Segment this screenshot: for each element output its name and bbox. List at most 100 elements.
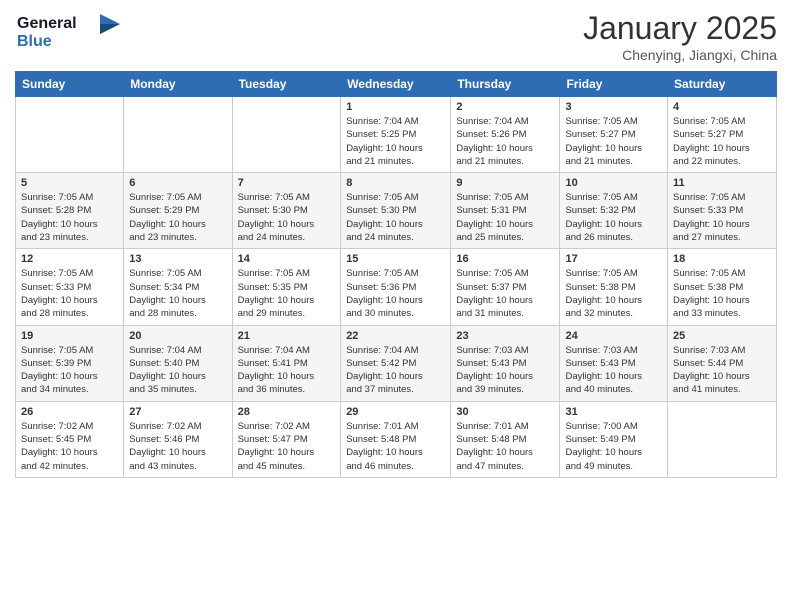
day-number: 23 xyxy=(456,330,554,342)
day-info: Sunrise: 7:04 AM Sunset: 5:42 PM Dayligh… xyxy=(346,344,445,397)
day-info: Sunrise: 7:03 AM Sunset: 5:43 PM Dayligh… xyxy=(456,344,554,397)
header: General Blue January 2025 Chenying, Jian… xyxy=(15,10,777,63)
calendar-cell: 22 Sunrise: 7:04 AM Sunset: 5:42 PM Dayli… xyxy=(341,325,451,401)
calendar-cell: 8Sunrise: 7:05 AM Sunset: 5:30 PM Daylig… xyxy=(341,173,451,249)
calendar-cell: 26Sunrise: 7:02 AM Sunset: 5:45 PM Dayli… xyxy=(16,401,124,477)
calendar-week-1: 1Sunrise: 7:04 AM Sunset: 5:25 PM Daylig… xyxy=(16,97,777,173)
calendar-cell: 19 Sunrise: 7:05 AM Sunset: 5:39 PM Dayli… xyxy=(16,325,124,401)
day-info: Sunrise: 7:03 AM Sunset: 5:44 PM Dayligh… xyxy=(673,344,771,397)
calendar-cell xyxy=(16,97,124,173)
day-info: Sunrise: 7:04 AM Sunset: 5:40 PM Dayligh… xyxy=(129,344,226,397)
logo: General Blue xyxy=(15,10,125,57)
calendar-cell: 17 Sunrise: 7:05 AM Sunset: 5:38 PM Dayli… xyxy=(560,249,668,325)
day-info: Sunrise: 7:05 AM Sunset: 5:35 PM Dayligh… xyxy=(238,267,336,320)
calendar-cell xyxy=(668,401,777,477)
calendar-cell: 16 Sunrise: 7:05 AM Sunset: 5:37 PM Dayli… xyxy=(451,249,560,325)
day-info: Sunrise: 7:05 AM Sunset: 5:30 PM Dayligh… xyxy=(346,191,445,244)
day-number: 3 xyxy=(565,101,662,113)
calendar-cell: 6 Sunrise: 7:05 AM Sunset: 5:29 PM Daylig… xyxy=(124,173,232,249)
day-info: Sunrise: 7:04 AM Sunset: 5:26 PM Dayligh… xyxy=(456,115,554,168)
calendar-cell: 23 Sunrise: 7:03 AM Sunset: 5:43 PM Dayli… xyxy=(451,325,560,401)
calendar-cell: 21Sunrise: 7:04 AM Sunset: 5:41 PM Dayli… xyxy=(232,325,341,401)
calendar-cell: 13 Sunrise: 7:05 AM Sunset: 5:34 PM Dayli… xyxy=(124,249,232,325)
day-info: Sunrise: 7:04 AM Sunset: 5:41 PM Dayligh… xyxy=(238,344,336,397)
day-info: Sunrise: 7:00 AM Sunset: 5:49 PM Dayligh… xyxy=(565,420,662,473)
day-number: 26 xyxy=(21,406,118,418)
calendar-cell: 3 Sunrise: 7:05 AM Sunset: 5:27 PM Daylig… xyxy=(560,97,668,173)
day-info: Sunrise: 7:02 AM Sunset: 5:46 PM Dayligh… xyxy=(129,420,226,473)
day-info: Sunrise: 7:05 AM Sunset: 5:30 PM Dayligh… xyxy=(238,191,336,244)
day-number: 6 xyxy=(129,177,226,189)
calendar-cell: 5 Sunrise: 7:05 AM Sunset: 5:28 PM Daylig… xyxy=(16,173,124,249)
header-tuesday: Tuesday xyxy=(232,72,341,97)
day-info: Sunrise: 7:02 AM Sunset: 5:47 PM Dayligh… xyxy=(238,420,336,473)
day-number: 13 xyxy=(129,253,226,265)
header-friday: Friday xyxy=(560,72,668,97)
day-number: 17 xyxy=(565,253,662,265)
calendar-week-3: 12Sunrise: 7:05 AM Sunset: 5:33 PM Dayli… xyxy=(16,249,777,325)
day-number: 11 xyxy=(673,177,771,189)
header-thursday: Thursday xyxy=(451,72,560,97)
day-info: Sunrise: 7:05 AM Sunset: 5:39 PM Dayligh… xyxy=(21,344,118,397)
svg-text:General: General xyxy=(17,15,77,32)
day-number: 30 xyxy=(456,406,554,418)
header-saturday: Saturday xyxy=(668,72,777,97)
day-number: 7 xyxy=(238,177,336,189)
month-title: January 2025 xyxy=(583,10,777,47)
page-container: General Blue January 2025 Chenying, Jian… xyxy=(0,0,792,488)
calendar-cell xyxy=(124,97,232,173)
day-number: 19 xyxy=(21,330,118,342)
calendar-week-4: 19 Sunrise: 7:05 AM Sunset: 5:39 PM Dayli… xyxy=(16,325,777,401)
day-number: 18 xyxy=(673,253,771,265)
day-number: 10 xyxy=(565,177,662,189)
calendar-cell: 7 Sunrise: 7:05 AM Sunset: 5:30 PM Daylig… xyxy=(232,173,341,249)
day-info: Sunrise: 7:05 AM Sunset: 5:34 PM Dayligh… xyxy=(129,267,226,320)
day-info: Sunrise: 7:01 AM Sunset: 5:48 PM Dayligh… xyxy=(456,420,554,473)
day-number: 25 xyxy=(673,330,771,342)
day-info: Sunrise: 7:05 AM Sunset: 5:28 PM Dayligh… xyxy=(21,191,118,244)
calendar-cell xyxy=(232,97,341,173)
day-info: Sunrise: 7:05 AM Sunset: 5:37 PM Dayligh… xyxy=(456,267,554,320)
calendar-cell: 4Sunrise: 7:05 AM Sunset: 5:27 PM Daylig… xyxy=(668,97,777,173)
header-sunday: Sunday xyxy=(16,72,124,97)
logo-svg: General Blue xyxy=(15,10,125,52)
header-wednesday: Wednesday xyxy=(341,72,451,97)
weekday-header-row: Sunday Monday Tuesday Wednesday Thursday… xyxy=(16,72,777,97)
location: Chenying, Jiangxi, China xyxy=(583,47,777,63)
day-number: 9 xyxy=(456,177,554,189)
day-info: Sunrise: 7:05 AM Sunset: 5:33 PM Dayligh… xyxy=(673,191,771,244)
calendar-cell: 11 Sunrise: 7:05 AM Sunset: 5:33 PM Dayli… xyxy=(668,173,777,249)
logo-text: General Blue xyxy=(15,10,125,57)
day-number: 29 xyxy=(346,406,445,418)
day-number: 5 xyxy=(21,177,118,189)
day-number: 28 xyxy=(238,406,336,418)
calendar-cell: 14 Sunrise: 7:05 AM Sunset: 5:35 PM Dayli… xyxy=(232,249,341,325)
calendar-cell: 10 Sunrise: 7:05 AM Sunset: 5:32 PM Dayli… xyxy=(560,173,668,249)
day-number: 20 xyxy=(129,330,226,342)
calendar-cell: 2 Sunrise: 7:04 AM Sunset: 5:26 PM Daylig… xyxy=(451,97,560,173)
day-number: 14 xyxy=(238,253,336,265)
svg-text:Blue: Blue xyxy=(17,33,52,50)
title-block: January 2025 Chenying, Jiangxi, China xyxy=(583,10,777,63)
day-number: 2 xyxy=(456,101,554,113)
day-info: Sunrise: 7:01 AM Sunset: 5:48 PM Dayligh… xyxy=(346,420,445,473)
day-info: Sunrise: 7:04 AM Sunset: 5:25 PM Dayligh… xyxy=(346,115,445,168)
day-info: Sunrise: 7:05 AM Sunset: 5:27 PM Dayligh… xyxy=(565,115,662,168)
calendar-cell: 31Sunrise: 7:00 AM Sunset: 5:49 PM Dayli… xyxy=(560,401,668,477)
day-number: 22 xyxy=(346,330,445,342)
calendar-cell: 25 Sunrise: 7:03 AM Sunset: 5:44 PM Dayli… xyxy=(668,325,777,401)
day-info: Sunrise: 7:05 AM Sunset: 5:29 PM Dayligh… xyxy=(129,191,226,244)
calendar-cell: 12Sunrise: 7:05 AM Sunset: 5:33 PM Dayli… xyxy=(16,249,124,325)
day-info: Sunrise: 7:05 AM Sunset: 5:27 PM Dayligh… xyxy=(673,115,771,168)
day-info: Sunrise: 7:05 AM Sunset: 5:32 PM Dayligh… xyxy=(565,191,662,244)
day-info: Sunrise: 7:05 AM Sunset: 5:38 PM Dayligh… xyxy=(565,267,662,320)
calendar-cell: 29 Sunrise: 7:01 AM Sunset: 5:48 PM Dayli… xyxy=(341,401,451,477)
calendar-cell: 9Sunrise: 7:05 AM Sunset: 5:31 PM Daylig… xyxy=(451,173,560,249)
day-number: 16 xyxy=(456,253,554,265)
calendar-cell: 18Sunrise: 7:05 AM Sunset: 5:38 PM Dayli… xyxy=(668,249,777,325)
calendar-cell: 30 Sunrise: 7:01 AM Sunset: 5:48 PM Dayli… xyxy=(451,401,560,477)
calendar-week-5: 26Sunrise: 7:02 AM Sunset: 5:45 PM Dayli… xyxy=(16,401,777,477)
calendar-cell: 1Sunrise: 7:04 AM Sunset: 5:25 PM Daylig… xyxy=(341,97,451,173)
calendar-table: Sunday Monday Tuesday Wednesday Thursday… xyxy=(15,71,777,478)
calendar-week-2: 5 Sunrise: 7:05 AM Sunset: 5:28 PM Daylig… xyxy=(16,173,777,249)
